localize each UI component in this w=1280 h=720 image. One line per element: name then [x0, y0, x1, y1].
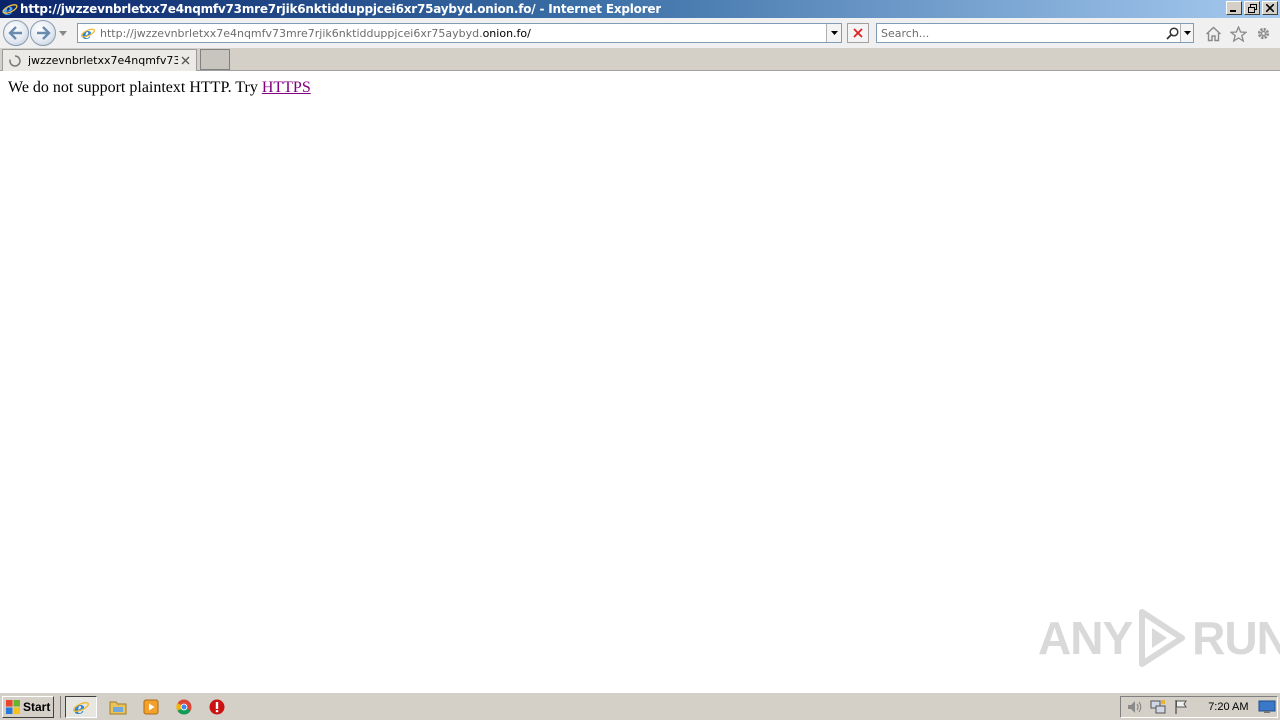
window-title: http://jwzzevnbrletxx7e4nqmfv73mre7rjik6…	[20, 2, 662, 16]
address-url-domain: onion.fo/	[482, 26, 531, 40]
minimize-icon	[1230, 10, 1236, 12]
gear-icon	[1257, 27, 1270, 40]
start-label: Start	[23, 699, 51, 714]
chevron-down-icon	[59, 30, 67, 36]
taskbar-internet-explorer[interactable]: e	[65, 695, 97, 718]
favorites-button[interactable]	[1229, 24, 1248, 43]
navigation-bar: e http://jwzzevnbrletxx7e4nqmfv73mre7rji…	[0, 18, 1280, 48]
loading-spinner-icon	[9, 54, 21, 67]
restore-icon	[1247, 3, 1257, 13]
home-button[interactable]	[1204, 24, 1223, 43]
system-clock[interactable]: 7:20 AM	[1208, 701, 1254, 713]
address-dropdown-button[interactable]	[826, 24, 841, 42]
command-icons	[1204, 24, 1273, 43]
watermark-left-text: ANY	[1038, 612, 1133, 664]
title-bar[interactable]: e http://jwzzevnbrletxx7e4nqmfv73mre7rji…	[0, 0, 1280, 19]
taskbar-file-explorer[interactable]	[106, 696, 130, 718]
taskbar-chrome[interactable]	[172, 696, 196, 718]
taskbar-antivirus[interactable]	[205, 696, 229, 718]
page-content: We do not support plaintext HTTP. Try HT…	[0, 72, 1280, 692]
search-input[interactable]	[877, 25, 1164, 41]
network-icon	[1150, 700, 1166, 714]
start-button[interactable]: Start	[2, 695, 54, 718]
star-icon	[1230, 25, 1247, 42]
new-tab-button[interactable]	[200, 49, 230, 70]
watermark-right-text: RUN	[1192, 612, 1280, 664]
chrome-icon	[176, 699, 192, 714]
internet-explorer-icon: e	[2, 0, 18, 19]
internet-explorer-icon: e	[72, 699, 90, 716]
folder-icon	[109, 701, 127, 714]
media-player-icon	[143, 699, 159, 714]
recent-pages-dropdown[interactable]	[58, 20, 68, 46]
address-url-path: http://jwzzevnbrletxx7e4nqmfv73mre7rjik6…	[100, 26, 483, 40]
desktop-icon	[1258, 700, 1276, 713]
search-box	[876, 23, 1194, 43]
tab-label: jwzzevnbrletxx7e4nqmfv73...	[28, 54, 178, 67]
anyrun-watermark: ANY RUN	[1038, 608, 1280, 668]
action-center-button[interactable]	[1171, 698, 1190, 716]
close-icon	[181, 56, 189, 65]
speaker-icon	[1127, 701, 1141, 713]
tools-button[interactable]	[1254, 24, 1273, 43]
page-ie-icon: e	[80, 25, 96, 43]
address-bar[interactable]: e http://jwzzevnbrletxx7e4nqmfv73mre7rji…	[77, 23, 842, 43]
address-url[interactable]: http://jwzzevnbrletxx7e4nqmfv73mre7rjik6…	[100, 27, 826, 40]
forward-arrow-icon	[37, 26, 51, 40]
chevron-down-icon	[830, 31, 838, 35]
tab-bar: jwzzevnbrletxx7e4nqmfv73...	[0, 48, 1280, 71]
minimize-button[interactable]	[1226, 1, 1242, 15]
back-button[interactable]	[3, 20, 29, 46]
warning-shield-icon	[209, 699, 225, 714]
search-button[interactable]	[1164, 25, 1180, 41]
quick-launch: e	[60, 695, 229, 718]
forward-button[interactable]	[30, 20, 56, 46]
chevron-down-icon	[1183, 31, 1191, 35]
play-logo-icon	[1139, 609, 1186, 667]
system-tray: 7:20 AM	[1120, 696, 1278, 718]
https-link[interactable]: HTTPS	[262, 79, 311, 96]
window-controls	[1226, 1, 1278, 15]
taskbar: Start e 7:20 AM	[0, 692, 1280, 720]
tab-close-button[interactable]	[178, 54, 192, 68]
search-icon	[1165, 26, 1179, 40]
show-desktop-button[interactable]	[1258, 698, 1277, 716]
tab-current[interactable]: jwzzevnbrletxx7e4nqmfv73...	[2, 49, 197, 71]
windows-logo-icon	[6, 699, 20, 714]
volume-button[interactable]	[1125, 698, 1144, 716]
stop-x-icon	[853, 28, 863, 38]
network-button[interactable]	[1148, 698, 1167, 716]
flag-icon	[1175, 700, 1187, 714]
close-window-button[interactable]	[1262, 1, 1278, 15]
taskbar-media-player[interactable]	[139, 696, 163, 718]
home-icon	[1205, 25, 1222, 41]
restore-button[interactable]	[1244, 1, 1260, 15]
stop-button[interactable]	[847, 23, 869, 43]
back-arrow-icon	[8, 26, 22, 40]
page-message: We do not support plaintext HTTP. Try HT…	[8, 79, 311, 97]
search-provider-dropdown[interactable]	[1180, 24, 1193, 42]
message-text: We do not support plaintext HTTP. Try	[8, 79, 262, 96]
close-icon	[1266, 4, 1274, 12]
